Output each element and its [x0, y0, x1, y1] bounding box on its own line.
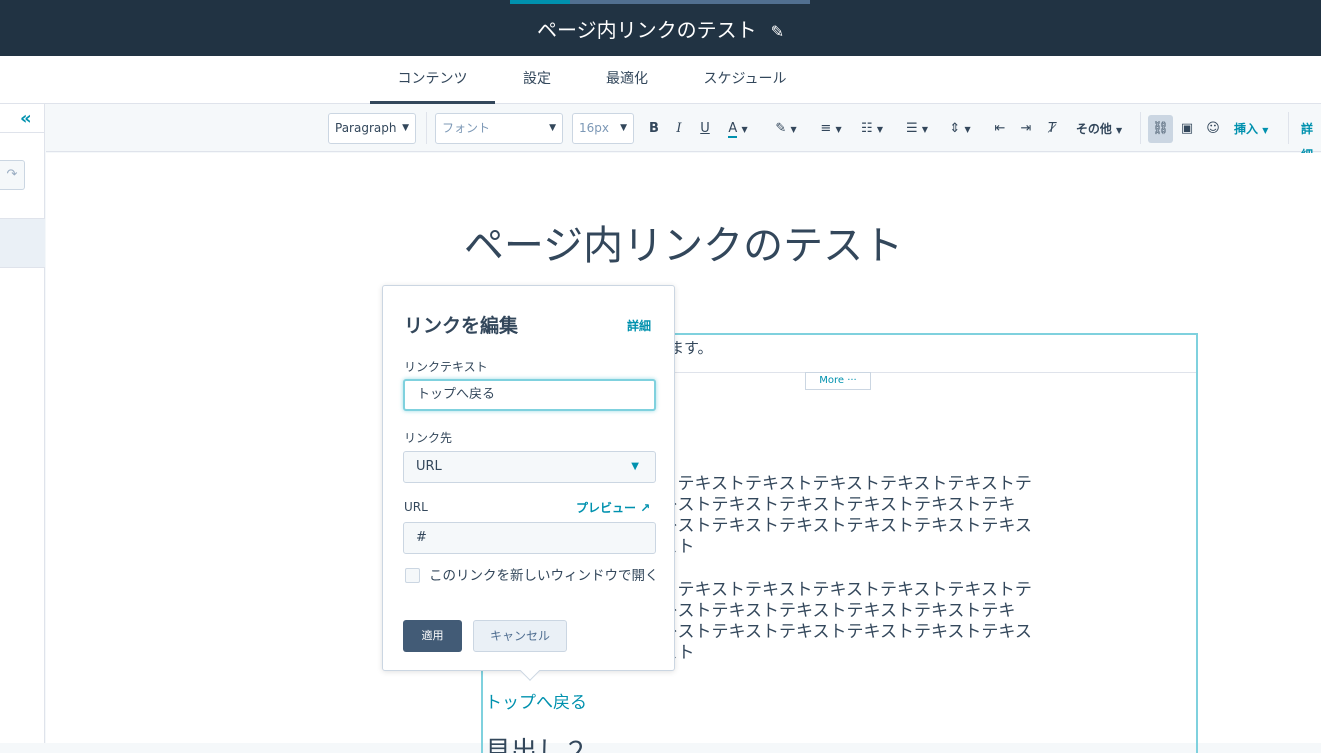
redo-icon[interactable]: ↷ [0, 160, 25, 190]
block-format-value: Paragraph [335, 121, 397, 135]
url-input[interactable]: # [403, 522, 656, 554]
page-title-text: ページ内リンクのテスト [536, 18, 757, 42]
text-color-button[interactable]: A ▼ [724, 116, 752, 142]
link-icon: ⛓ [1152, 121, 1169, 136]
link-text-label: リンクテキスト [404, 360, 488, 374]
clear-format-icon: T̷ [1048, 121, 1056, 136]
italic-button[interactable]: I [671, 116, 687, 142]
highlight-button[interactable]: ✎ ▼ [770, 116, 802, 142]
collapse-sidebar-icon[interactable]: « [20, 108, 32, 129]
line-height-icon: ⇕ [949, 121, 961, 136]
editor-canvas: ページ内リンクのテスト ます。 More ··· テキストテキストテキストテキス… [46, 153, 1321, 753]
link-text-input[interactable]: トップへ戻る [403, 379, 656, 411]
intro-text: ます。 [669, 339, 713, 357]
tab-settings[interactable]: 設定 [505, 56, 569, 104]
subheading: 見出し２ [485, 737, 590, 753]
edit-link-popover: リンクを編集 詳細 リンクテキスト トップへ戻る リンク先 URL ▼ URL プ… [382, 285, 675, 681]
font-size-select[interactable]: 16px ▼ [572, 113, 634, 144]
block-format-select[interactable]: Paragraph ▼ [328, 113, 416, 144]
align-button[interactable]: ≡ ▼ [816, 116, 846, 142]
chevron-down-icon: ▼ [876, 125, 883, 134]
outdent-button[interactable]: ⇤ [992, 116, 1008, 142]
preview-link[interactable]: プレビュー ↗ [576, 499, 650, 516]
header-progress-strip [510, 0, 810, 4]
cancel-button[interactable]: キャンセル [473, 620, 567, 652]
chevron-down-icon: ▼ [921, 125, 928, 134]
chevron-down-icon: ▼ [1262, 126, 1269, 135]
outdent-icon: ⇤ [994, 121, 1006, 136]
more-options-button[interactable]: その他 ▼ [1070, 116, 1128, 142]
text-color-icon: A [728, 121, 738, 138]
insert-menu-button[interactable]: 挿入 ▼ [1234, 116, 1268, 142]
popover-advanced-link[interactable]: 詳細 [627, 317, 651, 334]
pencil-icon[interactable]: ✎ [771, 22, 784, 41]
numbered-list-icon: ☰ [906, 121, 918, 136]
preview-label: プレビュー [576, 501, 637, 515]
editor-tabs: コンテンツ 設定 最適化 スケジュール [0, 56, 1321, 104]
font-select[interactable]: フォント ▼ [435, 113, 563, 144]
emoji-icon: ☺ [1206, 121, 1220, 136]
page-title-header[interactable]: ページ内リンクのテスト ✎ [0, 14, 1321, 43]
bold-button[interactable]: B [646, 116, 662, 142]
toolbar-divider [426, 112, 427, 144]
align-left-icon: ≡ [820, 121, 832, 136]
chevron-down-icon: ▼ [790, 125, 797, 134]
font-size-value: 16px [579, 121, 609, 135]
sidebar-panel-item[interactable] [0, 218, 45, 268]
popover-title: リンクを編集 [404, 315, 519, 337]
font-value: フォント [442, 121, 491, 135]
read-more-button[interactable]: More ··· [805, 372, 871, 390]
highlighter-icon: ✎ [775, 121, 787, 136]
image-button[interactable]: ▣ [1179, 116, 1195, 142]
apply-button[interactable]: 適用 [403, 620, 462, 652]
chevron-down-icon: ▼ [835, 125, 842, 134]
chevron-down-icon: ▼ [620, 123, 627, 133]
link-button[interactable]: ⛓ [1148, 115, 1173, 143]
tab-contents[interactable]: コンテンツ [370, 56, 495, 104]
chevron-down-icon: ▼ [549, 123, 556, 133]
chevron-down-icon: ▼ [402, 123, 409, 133]
back-to-top-link[interactable]: トップへ戻る [485, 688, 587, 713]
editor-header: ページ内リンクのテスト ✎ [0, 0, 1321, 56]
image-icon: ▣ [1180, 121, 1194, 136]
toolbar-divider [1288, 112, 1289, 144]
toolbar-divider [1140, 112, 1141, 144]
more-options-label: その他 [1075, 122, 1112, 136]
chevron-down-icon: ▼ [631, 461, 639, 472]
sidebar-divider [0, 132, 45, 133]
link-target-value: URL [416, 459, 442, 474]
underline-button[interactable]: U [697, 116, 713, 142]
indent-icon: ⇥ [1020, 121, 1032, 136]
numbered-list-button[interactable]: ☰ ▼ [899, 116, 935, 142]
chevron-down-icon: ▼ [1116, 126, 1123, 135]
clear-format-button[interactable]: T̷ [1044, 116, 1060, 142]
left-sidebar: « ↷ [0, 104, 45, 743]
chevron-down-icon: ▼ [741, 125, 748, 134]
external-link-icon: ↗ [640, 501, 651, 515]
insert-label: 挿入 [1234, 122, 1259, 136]
link-target-select[interactable]: URL ▼ [403, 451, 656, 483]
indent-button[interactable]: ⇥ [1018, 116, 1034, 142]
tab-schedule[interactable]: スケジュール [690, 56, 800, 104]
rich-text-toolbar: Paragraph ▼ フォント ▼ 16px ▼ B I U A ▼ ✎ ▼ ≡ ▼… [46, 104, 1321, 162]
emoji-button[interactable]: ☺ [1205, 116, 1221, 142]
link-target-label: リンク先 [404, 431, 453, 445]
bullet-list-icon: ☷ [861, 121, 873, 136]
new-window-label[interactable]: このリンクを新しいウィンドウで開く [429, 566, 659, 587]
tab-optimize[interactable]: 最適化 [591, 56, 663, 104]
chevron-down-icon: ▼ [964, 125, 971, 134]
advanced-button[interactable]: 詳細 [1301, 116, 1321, 162]
bullet-list-button[interactable]: ☷ ▼ [854, 116, 890, 142]
line-height-button[interactable]: ⇕ ▼ [942, 116, 978, 142]
page-heading[interactable]: ページ内リンクのテスト [46, 213, 1321, 271]
new-window-checkbox[interactable] [405, 568, 420, 583]
url-label: URL [404, 500, 428, 514]
